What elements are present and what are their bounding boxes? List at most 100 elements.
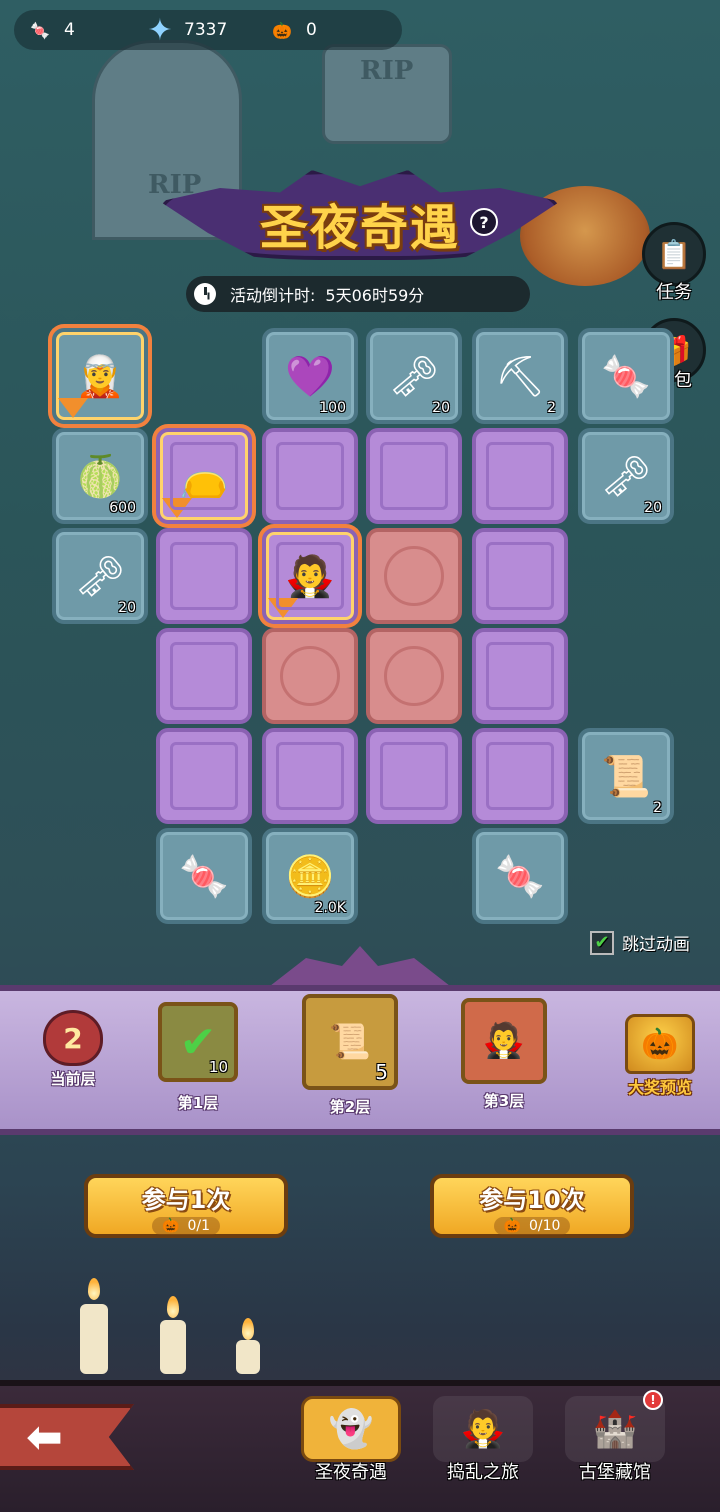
board-cell[interactable]: [472, 628, 568, 724]
floor-2-reward[interactable]: 📜 5 第2层: [298, 994, 402, 1117]
candy-icon: 🍬: [495, 853, 545, 900]
floor-3-reward[interactable]: 🧛 第3层: [456, 998, 552, 1111]
candy-icon: 🍬: [179, 853, 229, 900]
board-cell[interactable]: [472, 428, 568, 524]
title-banner: 圣夜奇遇: [160, 160, 560, 270]
tasks-button[interactable]: 📋 任务: [636, 222, 712, 304]
board-cell[interactable]: 🍈 600: [52, 428, 148, 524]
check-key-icon: ✔ 10: [158, 1002, 238, 1082]
resource-value: 7337: [184, 20, 228, 40]
cell-count: 2.0K: [314, 900, 346, 916]
grand-prize-label: 大奖预览: [627, 1078, 692, 1097]
join-cost: 🎃 0/10: [493, 1217, 571, 1235]
board-cell[interactable]: [472, 528, 568, 624]
tasks-label: 任务: [656, 282, 692, 303]
cell-count: 100: [319, 400, 346, 416]
skip-animation-label: 跳过动画: [622, 935, 690, 955]
tab-castle-collection[interactable]: 🏰 ! 古堡藏馆: [560, 1390, 670, 1484]
board-cell[interactable]: ⛏ 2: [472, 328, 568, 424]
floor-label: 第1层: [177, 1094, 219, 1112]
candle-flame: [242, 1318, 254, 1340]
alert-badge: !: [643, 1390, 663, 1410]
join-cost: 🎃 0/1: [152, 1217, 220, 1235]
board-cell[interactable]: 🍬: [472, 828, 568, 924]
board-cell[interactable]: 🧝: [52, 328, 148, 424]
help-button[interactable]: ?: [470, 208, 498, 236]
ghost-icon: 👻: [301, 1396, 401, 1462]
character-icon: 🧛: [285, 553, 335, 600]
board-cell[interactable]: [156, 628, 252, 724]
candle-decoration: [80, 1304, 108, 1374]
pumpkin-chest-icon: 🎃: [625, 1014, 695, 1074]
candy-icon: 🍬: [601, 353, 651, 400]
resource-star-gem[interactable]: ✦ 7337: [142, 10, 227, 50]
join-ten-button[interactable]: 参与10次 🎃 0/10: [430, 1174, 634, 1238]
board-cell[interactable]: [366, 728, 462, 824]
pumpkin-carriage-icon: 🎃: [272, 20, 292, 40]
cell-count: 20: [432, 400, 450, 416]
floor-reward-count: 5: [375, 1060, 388, 1084]
countdown-label: 活动倒计时:: [230, 286, 316, 305]
board-cell[interactable]: 🗝 20: [578, 428, 674, 524]
treasure-bag-icon: 👝: [179, 453, 229, 500]
board-cell[interactable]: 👝: [156, 428, 252, 524]
tombstone-engraving: RIP: [360, 56, 414, 86]
board-cell[interactable]: 💜 100: [262, 328, 358, 424]
candle-flame: [88, 1278, 100, 1300]
board-cell[interactable]: [156, 528, 252, 624]
floor-label: 第3层: [483, 1092, 525, 1110]
board-cell[interactable]: 🗝 20: [366, 328, 462, 424]
castle-icon: 🏰 !: [565, 1390, 665, 1462]
countdown-value: 5天06时59分: [325, 286, 425, 305]
board-cell[interactable]: [472, 728, 568, 824]
tab-holy-night-adventure[interactable]: 👻 圣夜奇遇: [296, 1396, 406, 1484]
page-title: 圣夜奇遇: [259, 200, 460, 256]
tab-mischief-journey[interactable]: 🧛 捣乱之旅: [428, 1396, 538, 1484]
character-icon: 🧛: [433, 1396, 533, 1462]
join-cost-value: 0/10: [528, 1218, 561, 1234]
floor-label: 第2层: [329, 1098, 371, 1116]
board-cell[interactable]: [262, 428, 358, 524]
cell-count: 600: [109, 500, 136, 516]
resource-value: 4: [64, 20, 75, 40]
board-cell[interactable]: 🍬: [156, 828, 252, 924]
join-once-label: 参与1次: [141, 1186, 231, 1214]
floor-reward-count: 10: [208, 1058, 228, 1076]
board-cell[interactable]: [262, 728, 358, 824]
panel-ornament: [270, 946, 450, 986]
candy-icon: 🍬: [30, 20, 50, 40]
board-cell[interactable]: 📜 2: [578, 728, 674, 824]
join-ten-label: 参与10次: [479, 1186, 585, 1214]
candle-decoration: [160, 1320, 186, 1374]
cell-count: 20: [118, 600, 136, 616]
board-cell[interactable]: 🗝 20: [52, 528, 148, 624]
checkbox-checked-icon[interactable]: ✔: [590, 930, 614, 955]
floor-1-reward[interactable]: ✔ 10 第1层: [150, 1002, 246, 1113]
resource-value: 0: [306, 20, 317, 40]
resource-pumpkin-carriage[interactable]: 🎃 0: [264, 10, 317, 50]
board-cell[interactable]: 🍬: [578, 328, 674, 424]
grand-prize-preview[interactable]: 🎃 大奖预览: [610, 1014, 710, 1098]
board-cell[interactable]: 🧛: [262, 528, 358, 624]
clipboard-icon: 📋: [642, 222, 706, 286]
resource-candy[interactable]: 🍬 4: [22, 10, 75, 50]
resource-bar: 🍬 4 ✦ 7337 🎃 0: [14, 10, 402, 50]
board-cell[interactable]: [366, 428, 462, 524]
candle-flame: [167, 1296, 179, 1318]
join-cost-value: 0/1: [187, 1218, 210, 1234]
clock-icon: [194, 283, 216, 305]
skip-animation-toggle[interactable]: ✔ 跳过动画: [590, 930, 690, 955]
scroll-icon: 📜 5: [302, 994, 398, 1090]
join-once-button[interactable]: 参与1次 🎃 0/1: [84, 1174, 288, 1238]
pumpkin-carriage-icon: 🎃: [162, 1218, 180, 1234]
character-portrait-icon: 🧛: [461, 998, 547, 1084]
event-countdown: 活动倒计时: 5天06时59分: [186, 276, 530, 312]
board-cell[interactable]: [156, 728, 252, 824]
board-cell[interactable]: [366, 628, 462, 724]
star-gem-icon: ✦: [147, 12, 173, 48]
board-cell[interactable]: [262, 628, 358, 724]
board-cell[interactable]: [366, 528, 462, 624]
candle-decoration: [236, 1340, 260, 1374]
board-cell[interactable]: 🪙 2.0K: [262, 828, 358, 924]
current-floor: 2 当前层: [18, 1010, 128, 1089]
